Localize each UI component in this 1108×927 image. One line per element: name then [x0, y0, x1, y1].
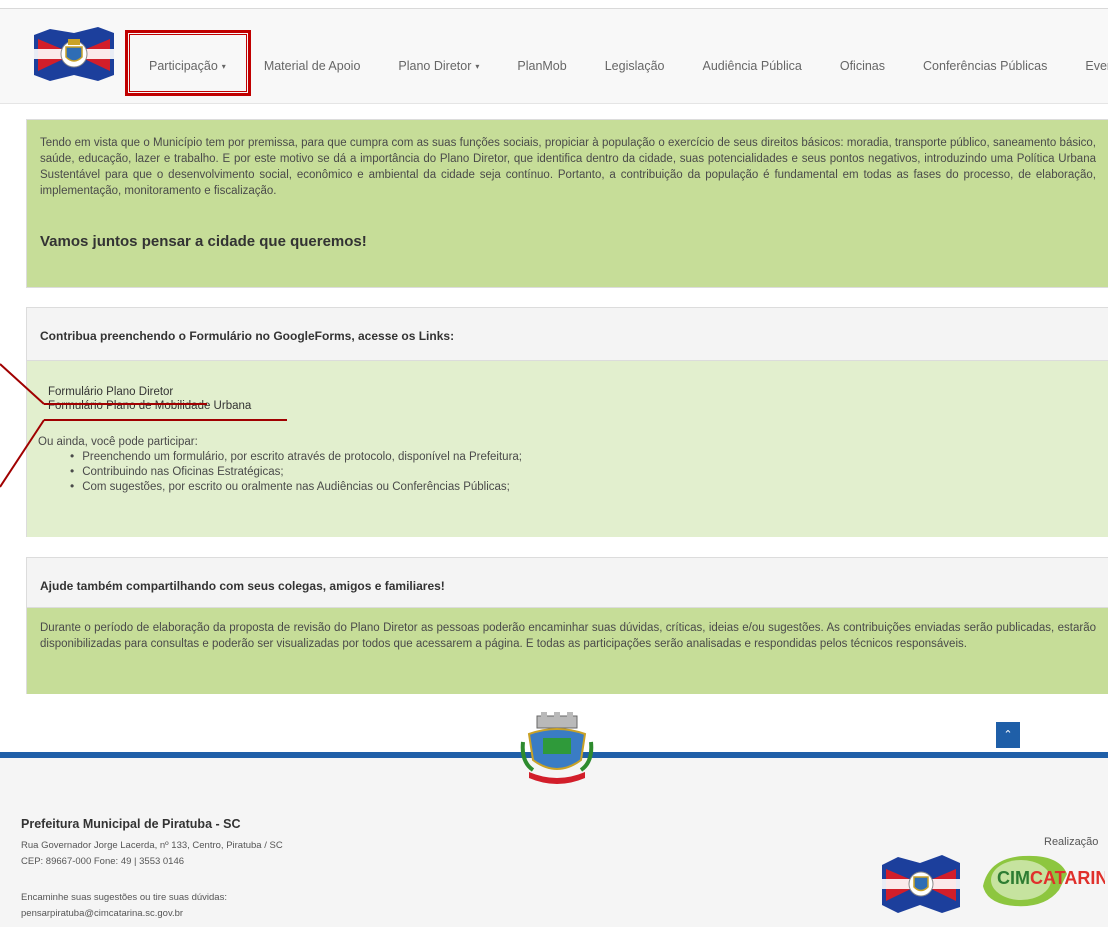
nav-material-de-apoio[interactable]: Material de Apoio: [245, 59, 380, 73]
list-item: Preenchendo um formulário, por escrito a…: [70, 449, 1108, 464]
footer-address: Rua Governador Jorge Lacerda, nº 133, Ce…: [21, 838, 283, 870]
municipal-flag-footer-logo: [882, 855, 960, 913]
forms-panel: Contribua preenchendo o Formulário no Go…: [26, 307, 1108, 537]
participation-list: Preenchendo um formulário, por escrito a…: [70, 449, 1108, 494]
footer-address-line: Rua Governador Jorge Lacerda, nº 133, Ce…: [21, 840, 283, 851]
footer-title: Prefeitura Municipal de Piratuba - SC: [21, 817, 241, 831]
intro-panel: Tendo em vista que o Município tem por p…: [26, 119, 1108, 288]
share-panel: Ajude também compartilhando com seus col…: [26, 557, 1108, 694]
chevron-down-icon: ▾: [475, 62, 480, 72]
footer-suggest-text: Encaminhe suas sugestões ou tire suas dú…: [21, 892, 227, 903]
nav-conferencias-publicas[interactable]: Conferências Públicas: [904, 59, 1066, 73]
nav-eventos[interactable]: Eventos: [1066, 59, 1108, 73]
realizacao-label: Realização: [1044, 836, 1099, 848]
main-nav: Participação ▾ Material de Apoio Plano Di…: [130, 59, 1108, 73]
back-to-top-button[interactable]: ⌃: [996, 722, 1020, 748]
nav-plano-diretor[interactable]: Plano Diretor ▾: [379, 59, 498, 73]
footer-contact-line: CEP: 89667-000 Fone: 49 | 3553 0146: [21, 856, 185, 867]
highlight-annotation-box: [125, 30, 251, 96]
share-text: Durante o período de elaboração da propo…: [27, 608, 1108, 694]
footer-suggestions: Encaminhe suas sugestões ou tire suas dú…: [21, 890, 227, 922]
link-formulario-mobilidade-urbana[interactable]: Formulário Plano de Mobilidade Urbana: [48, 399, 251, 413]
nav-legislacao[interactable]: Legislação: [586, 59, 684, 73]
forms-more-text: Ou ainda, você pode participar:: [38, 436, 198, 448]
nav-plano-diretor-label: Plano Diretor: [398, 59, 472, 73]
municipal-seal-icon: [520, 712, 594, 784]
municipal-flag-logo[interactable]: [30, 25, 118, 83]
forms-body: Formulário Plano Diretor Formulário Plan…: [27, 361, 1108, 537]
share-heading: Ajude também compartilhando com seus col…: [27, 558, 1108, 608]
intro-text: Tendo em vista que o Município tem por p…: [40, 137, 1096, 197]
link-formulario-plano-diretor[interactable]: Formulário Plano Diretor: [48, 385, 173, 399]
list-item: Contribuindo nas Oficinas Estratégicas;: [70, 464, 1108, 479]
forms-heading: Contribua preenchendo o Formulário no Go…: [27, 308, 1108, 361]
nav-audiencia-publica[interactable]: Audiência Pública: [683, 59, 820, 73]
nav-planmob[interactable]: PlanMob: [498, 59, 585, 73]
nav-oficinas[interactable]: Oficinas: [821, 59, 904, 73]
cimcatarina-logo: CIMCATARINA: [983, 855, 1105, 907]
intro-heading: Vamos juntos pensar a cidade que queremo…: [40, 233, 367, 250]
footer-email-link[interactable]: pensarpiratuba@cimcatarina.sc.gov.br: [21, 906, 227, 922]
list-item: Com sugestões, por escrito ou oralmente …: [70, 479, 1108, 494]
cimcatarina-logo-text: CIMCATARINA: [997, 868, 1105, 888]
